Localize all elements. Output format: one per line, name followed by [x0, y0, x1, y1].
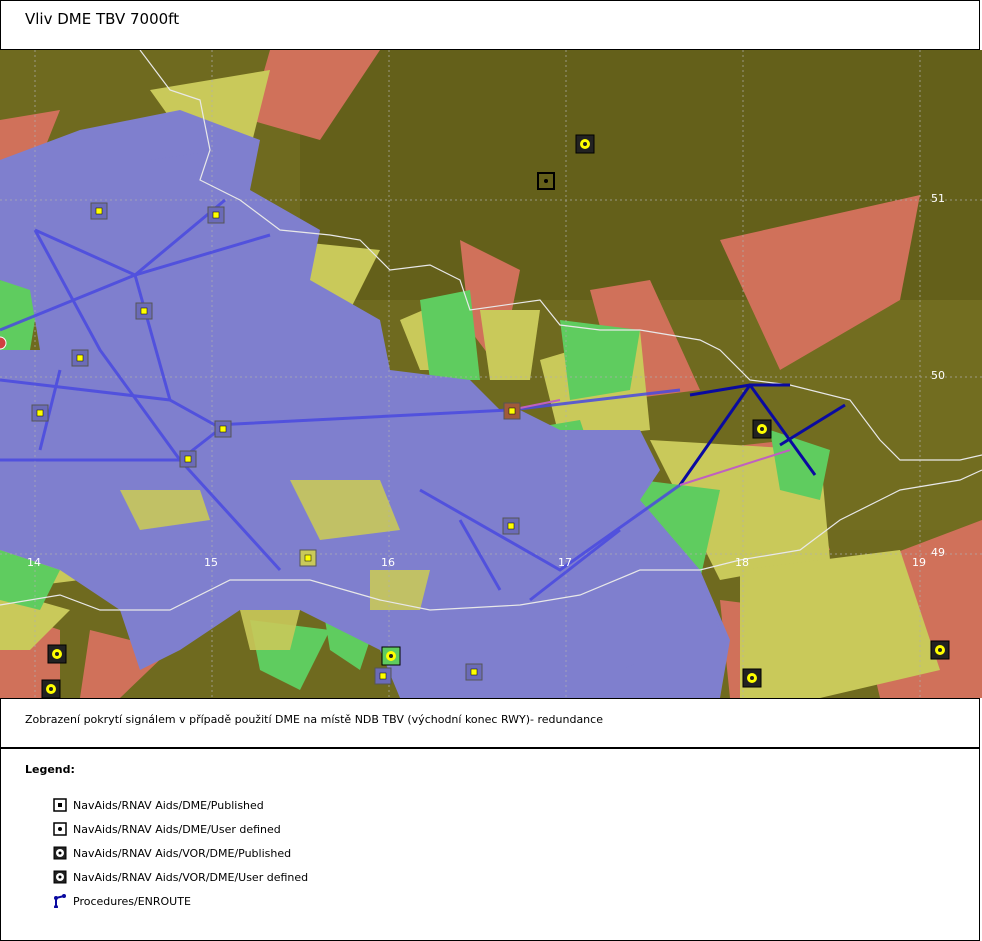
legend-label: Procedures/ENROUTE	[73, 894, 191, 908]
legend-title: Legend:	[25, 763, 75, 776]
legend-label: NavAids/RNAV Aids/VOR/DME/Published	[73, 846, 292, 860]
legend-item-enroute-procedures: Procedures/ENROUTE	[53, 892, 191, 910]
vor-dme-user-defined-icon	[53, 870, 67, 884]
lat-label-51: 51	[931, 192, 945, 205]
lon-label-14: 14	[27, 556, 41, 569]
caption-panel: Zobrazení pokrytí signálem v případě pou…	[0, 698, 980, 748]
legend-label: NavAids/RNAV Aids/DME/Published	[73, 798, 264, 812]
legend-item-vor-dme-user-defined: NavAids/RNAV Aids/VOR/DME/User defined	[53, 868, 308, 886]
dme-published-icon	[53, 798, 67, 812]
map-title: Vliv DME TBV 7000ft	[25, 10, 180, 28]
title-panel: Vliv DME TBV 7000ft	[0, 0, 980, 50]
legend-label: NavAids/RNAV Aids/VOR/DME/User defined	[73, 870, 309, 884]
lon-label-19: 19	[912, 556, 926, 569]
lon-label-17: 17	[558, 556, 572, 569]
map-canvas	[0, 50, 982, 698]
lon-label-16: 16	[381, 556, 395, 569]
lon-label-15: 15	[204, 556, 218, 569]
legend-label: NavAids/RNAV Aids/DME/User defined	[73, 822, 281, 836]
coverage-map[interactable]: 14 15 16 17 18 19 51 50 49	[0, 50, 982, 698]
legend-item-vor-dme-published: NavAids/RNAV Aids/VOR/DME/Published	[53, 844, 291, 862]
enroute-procedure-icon	[54, 894, 66, 908]
legend-panel: Legend: NavAids/RNAV Aids/DME/Published …	[0, 748, 980, 941]
lat-label-49: 49	[931, 546, 945, 559]
lat-label-50: 50	[931, 369, 945, 382]
map-caption: Zobrazení pokrytí signálem v případě pou…	[25, 713, 603, 726]
vor-dme-published-icon	[53, 846, 67, 860]
dme-user-defined-icon	[53, 822, 67, 836]
legend-item-dme-user-defined: NavAids/RNAV Aids/DME/User defined	[53, 820, 281, 838]
lon-label-18: 18	[735, 556, 749, 569]
legend-item-dme-published: NavAids/RNAV Aids/DME/Published	[53, 796, 264, 814]
